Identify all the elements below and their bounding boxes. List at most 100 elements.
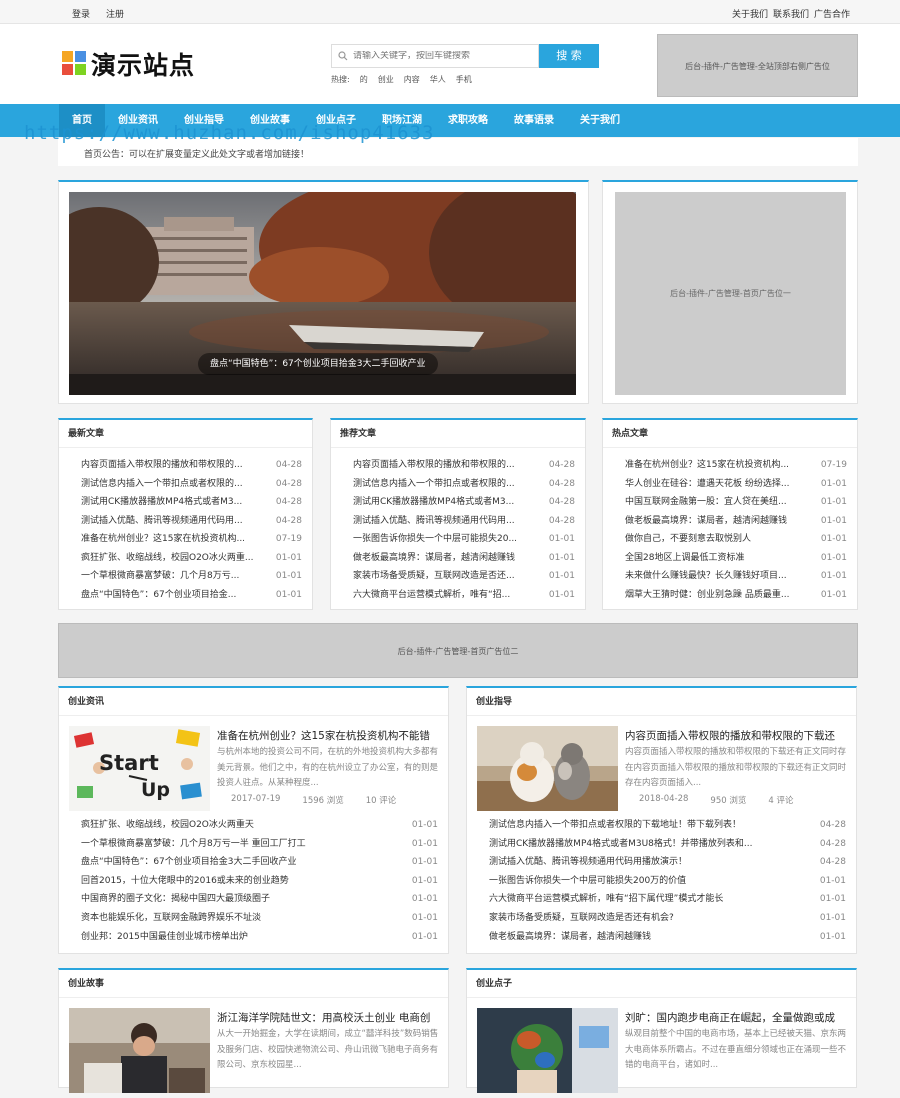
- nav-item[interactable]: 故事语录: [501, 104, 567, 137]
- list-item[interactable]: 中国互联网金融第一股：宜人贷在美纽... 01-01: [603, 493, 857, 512]
- list-item[interactable]: 六大微商平台运营模式解析，唯有“招... 01-01: [331, 586, 585, 605]
- featured-article[interactable]: 浙江海洋学院陆世文：用高校沃土创业 电商创 从大一开始掘金，大学在读期间，成立“…: [59, 998, 448, 1098]
- header-ad[interactable]: 后台-插件-广告管理-全站顶部右侧广告位: [657, 34, 858, 97]
- list-item[interactable]: 盘点“中国特色”：67个创业项目拾金... 01-01: [59, 586, 312, 605]
- list-item[interactable]: 一个草根微商暴富梦破：几个月8万亏一半 重回工厂打工 01-01: [59, 835, 448, 854]
- list-item[interactable]: 测试信息内插入一个带扣点或者权限的... 04-28: [331, 475, 585, 494]
- contact-link[interactable]: 联系我们: [773, 7, 809, 20]
- list-item[interactable]: 家装市场备受质疑，互联网改造是否还有机会? 01-01: [467, 909, 856, 928]
- featured-article[interactable]: 刘旷：国内跑步电商正在崛起，全量做跑或成 纵观目前整个中国的电商市场，基本上已经…: [467, 998, 856, 1098]
- list-item[interactable]: 中国商界的圈子文化：揭秘中国四大最顶级圈子 01-01: [59, 890, 448, 909]
- list-item[interactable]: 内容页面插入带权限的播放和带权限的... 04-28: [59, 456, 312, 475]
- list-item[interactable]: 做老板最高境界：谋局者，越清闲越赚钱 01-01: [331, 549, 585, 568]
- list-item[interactable]: 准备在杭州创业？这15家在杭投资机构... 07-19: [59, 530, 312, 549]
- register-link[interactable]: 注册: [106, 7, 124, 20]
- item-title: 六大微商平台运营模式解析，唯有“招下属代理”模式才能长: [489, 894, 724, 905]
- item-title: 准备在杭州创业？这15家在杭投资机构...: [625, 460, 790, 470]
- list-item[interactable]: 家装市场备受质疑，互联网改造是否还... 01-01: [331, 567, 585, 586]
- search-area: 搜 索 热搜: 的 创业 内容 华人 手机: [331, 44, 599, 85]
- card-title: 推荐文章: [331, 420, 585, 448]
- item-title: 家装市场备受质疑，互联网改造是否还有机会?: [489, 912, 674, 923]
- item-title: 烟草大王猜时健：创业别急躁 品质最重...: [625, 589, 790, 600]
- about-link[interactable]: 关于我们: [732, 7, 768, 20]
- item-title: 未来做什么赚钱最快？长久赚钱好项目...: [625, 571, 787, 581]
- item-title: 一张图告诉你损失一个中层可能损失200万的价值: [489, 875, 687, 886]
- list-item[interactable]: 准备在杭州创业？这15家在杭投资机构... 07-19: [603, 456, 857, 475]
- item-title: 家装市场备受质疑，互联网改造是否还...: [353, 571, 515, 581]
- list-item[interactable]: 一个草根微商暴富梦破：几个月8万亏... 01-01: [59, 567, 312, 586]
- item-title: 测试插入优酷、腾讯等视频通用代码用...: [353, 515, 515, 526]
- featured-views: 1596 浏览: [302, 796, 344, 806]
- item-date: 07-19: [820, 460, 847, 470]
- item-date: 01-01: [411, 894, 438, 905]
- item-date: 04-28: [548, 515, 575, 526]
- list-item[interactable]: 回首2015，十位大佬眼中的2016或未来的创业趋势 01-01: [59, 872, 448, 891]
- list-item[interactable]: 测试用CK播放器播放MP4格式或者M3... 04-28: [59, 493, 312, 512]
- list-item[interactable]: 做你自己，不要刻意去取悦别人 01-01: [603, 530, 857, 549]
- slider-caption[interactable]: 盘点“中国特色”：67个创业项目拾金3大二手回收产业: [198, 353, 438, 375]
- item-date: 01-01: [820, 552, 847, 563]
- featured-article[interactable]: Start Up 准备在杭州创业？这15家在杭投资机构不能错 与杭州本地的投资公…: [59, 716, 448, 816]
- list-item[interactable]: 一张图告诉你损失一个中层可能损失20... 01-01: [331, 530, 585, 549]
- featured-title[interactable]: 准备在杭州创业？这15家在杭投资机构不能错: [217, 728, 442, 743]
- wide-ad[interactable]: 后台-插件-广告管理-首页广告位二: [58, 623, 858, 678]
- item-title: 盘点“中国特色”：67个创业项目拾金3大二手回收产业: [81, 857, 297, 868]
- list-item[interactable]: 六大微商平台运营模式解析，唯有“招下属代理”模式才能长 01-01: [467, 890, 856, 909]
- header: 演示站点 搜 索 热搜: 的 创业 内容 华人 手机 后台-插件-广告管理-全站…: [0, 24, 900, 104]
- ad-cooperation-link[interactable]: 广告合作: [814, 7, 850, 20]
- hot-word[interactable]: 手机: [456, 74, 472, 85]
- featured-title[interactable]: 刘旷：国内跑步电商正在崛起，全量做跑或成: [625, 1010, 850, 1025]
- top-bar: 登录 注册 关于我们 联系我们 广告合作: [0, 0, 900, 24]
- featured-title[interactable]: 内容页面插入带权限的播放和带权限的下载还: [625, 728, 850, 743]
- featured-title[interactable]: 浙江海洋学院陆世文：用高校沃土创业 电商创: [217, 1010, 442, 1025]
- list-item[interactable]: 做老板最高境界：谋局者，越清闲越赚钱 01-01: [603, 512, 857, 531]
- featured-image[interactable]: [69, 1008, 210, 1093]
- item-title: 一个草根微商暴富梦破：几个月8万亏一半 重回工厂打工: [81, 838, 306, 849]
- list-item[interactable]: 资本也能娱乐化，互联网金融跨界娱乐不址淡 01-01: [59, 909, 448, 928]
- category-card-stories: 创业故事 浙江海洋学院陆世文：用高校沃土创业 电商创 从大一开始掘金，大学在读期…: [58, 968, 449, 1093]
- category-card-news: 创业资讯 Start Up 准备在杭州创业？这15家在杭投资机构不能错 与杭州本…: [58, 686, 449, 954]
- side-ad[interactable]: 后台-插件-广告管理-首页广告位一: [615, 192, 846, 395]
- hot-word[interactable]: 创业: [378, 74, 394, 85]
- card-title: 创业故事: [59, 970, 448, 998]
- list-item[interactable]: 测试信息内插入一个带扣点或者权限的... 04-28: [59, 475, 312, 494]
- list-item[interactable]: 全国28地区上调最低工资标准 01-01: [603, 549, 857, 568]
- logo-icon: [62, 51, 88, 77]
- hot-word[interactable]: 内容: [404, 74, 420, 85]
- list-item[interactable]: 创业邦：2015中国最佳创业城市榜单出炉 01-01: [59, 928, 448, 947]
- list-item[interactable]: 华人创业在硅谷：遭遇天花板 纷纷选择... 01-01: [603, 475, 857, 494]
- nav-item[interactable]: 关于我们: [567, 104, 633, 137]
- nav-item[interactable]: 求职攻略: [435, 104, 501, 137]
- featured-comments: 4 评论: [768, 796, 794, 806]
- featured-article[interactable]: 内容页面插入带权限的播放和带权限的下载还 内容页面插入带权限的播放和带权限的下载…: [467, 716, 856, 816]
- item-date: 01-01: [275, 552, 302, 563]
- featured-image[interactable]: [477, 726, 618, 811]
- item-date: 01-01: [820, 497, 847, 507]
- list-item[interactable]: 测试插入优酷、腾讯等视频通用代码用... 04-28: [59, 512, 312, 531]
- login-link[interactable]: 登录: [72, 7, 90, 20]
- svg-text:Start: Start: [99, 751, 159, 775]
- list-item[interactable]: 测试用CK播放器播放MP4格式或者M3U8格式！并带播放列表和... 04-28: [467, 835, 856, 854]
- list-item[interactable]: 做老板最高境界：谋局者，越清闲越赚钱 01-01: [467, 928, 856, 947]
- search-input[interactable]: [353, 51, 523, 61]
- search-button[interactable]: 搜 索: [539, 44, 599, 68]
- list-item[interactable]: 测试用CK播放器播放MP4格式或者M3... 04-28: [331, 493, 585, 512]
- list-item[interactable]: 疯狂扩张、收缩战线，校园O2O冰火两重天 01-01: [59, 816, 448, 835]
- list-item[interactable]: 盘点“中国特色”：67个创业项目拾金3大二手回收产业 01-01: [59, 853, 448, 872]
- site-logo[interactable]: 演示站点: [62, 46, 195, 82]
- hot-word[interactable]: 的: [360, 74, 368, 85]
- list-item[interactable]: 测试插入优酷、腾讯等视频通用代码用... 04-28: [331, 512, 585, 531]
- list-item[interactable]: 未来做什么赚钱最快？长久赚钱好项目... 01-01: [603, 567, 857, 586]
- list-item[interactable]: 测试插入优酷、腾讯等视频通用代码用播放演示！ 04-28: [467, 853, 856, 872]
- list-item[interactable]: 一张图告诉你损失一个中层可能损失200万的价值 01-01: [467, 872, 856, 891]
- item-title: 资本也能娱乐化，互联网金融跨界娱乐不址淡: [81, 912, 262, 923]
- featured-image[interactable]: [477, 1008, 618, 1093]
- list-item[interactable]: 测试信息内插入一个带扣点或者权限的下载地址！带下载列表！ 04-28: [467, 816, 856, 835]
- list-item[interactable]: 烟草大王猜时健：创业别急躁 品质最重... 01-01: [603, 586, 857, 605]
- list-item[interactable]: 内容页面插入带权限的播放和带权限的... 04-28: [331, 456, 585, 475]
- hot-word[interactable]: 华人: [430, 74, 446, 85]
- list-item[interactable]: 疯狂扩张、收缩战线，校园O2O冰火两重... 01-01: [59, 549, 312, 568]
- logo-text: 演示站点: [91, 51, 196, 80]
- featured-image[interactable]: Start Up: [69, 726, 210, 811]
- featured-comments: 10 评论: [365, 796, 397, 806]
